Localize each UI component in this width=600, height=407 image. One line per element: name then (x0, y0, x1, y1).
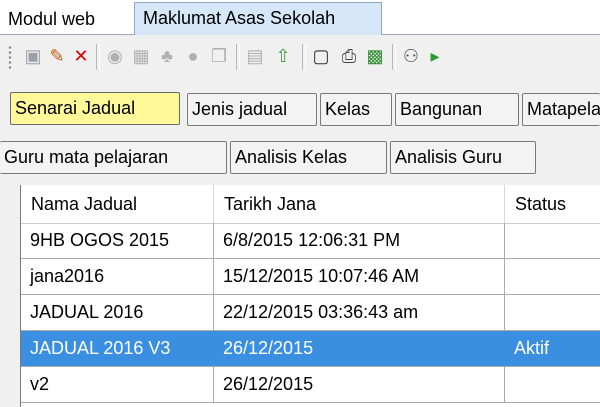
page-setup-icon[interactable]: ▢ (310, 45, 332, 67)
grid-header: Nama Jadual Tarikh Jana Status (21, 185, 600, 224)
cell-nama-jadual: jana2016 (21, 259, 214, 294)
tab-guru-mata-pelajaran[interactable]: Guru mata pelajaran (0, 141, 227, 174)
cell-tarikh-jana: 22/12/2015 03:36:43 am (214, 295, 505, 330)
cell-status (505, 295, 600, 330)
users-icon[interactable]: ♣ (156, 45, 178, 67)
cell-tarikh-jana: 15/12/2015 10:07:46 AM (214, 259, 505, 294)
cell-status (505, 223, 600, 258)
tab-maklumat-asas-sekolah[interactable]: Maklumat Asas Sekolah (134, 2, 382, 35)
cell-nama-jadual: JADUAL 2016 V3 (21, 331, 214, 366)
column-header-nama-jadual[interactable]: Nama Jadual (21, 185, 214, 223)
tab-jenis-jadual[interactable]: Jenis jadual (187, 93, 317, 126)
excel-export-icon[interactable]: ▩ (364, 45, 386, 67)
cell-tarikh-jana: 6/8/2015 12:06:31 PM (214, 223, 505, 258)
cell-tarikh-jana: 26/12/2015 (214, 331, 505, 366)
cell-nama-jadual: v2 (21, 367, 214, 402)
schedule-grid: Nama Jadual Tarikh Jana Status 9HB OGOS … (20, 185, 600, 407)
stop-icon[interactable]: ● (182, 45, 204, 67)
tab-analisis-guru[interactable]: Analisis Guru (390, 141, 536, 174)
table-row-selected[interactable]: JADUAL 2016 V3 26/12/2015 Aktif (21, 331, 600, 367)
table-row[interactable]: v2 26/12/2015 (21, 367, 600, 403)
cell-nama-jadual: 9HB OGOS 2015 (21, 223, 214, 258)
cell-status (505, 259, 600, 294)
find-next-icon[interactable]: ▸ (424, 45, 446, 67)
toolbar-grip[interactable] (8, 45, 12, 69)
tab-kelas[interactable]: Kelas (320, 93, 392, 126)
copy-icon[interactable]: ❐ (208, 45, 230, 67)
toolbar-separator (236, 44, 240, 70)
table-row[interactable]: 9HB OGOS 2015 6/8/2015 12:06:31 PM (21, 223, 600, 259)
table-row[interactable]: jana2016 15/12/2015 10:07:46 AM (21, 259, 600, 295)
cell-status: Aktif (505, 331, 600, 366)
print-icon[interactable]: ⎙ (338, 45, 360, 67)
find-binoculars-icon[interactable]: ⚇ (400, 45, 422, 67)
tab-matapelajaran[interactable]: Matapelajaran (522, 93, 600, 126)
delete-x-icon[interactable]: ✕ (70, 45, 92, 67)
tab-modul-web[interactable]: Modul web (0, 4, 134, 34)
edit-pencil-icon[interactable]: ✎ (46, 45, 68, 67)
module-tab-strip: Modul web Maklumat Asas Sekolah (0, 0, 600, 35)
tab-bangunan[interactable]: Bangunan (395, 93, 519, 126)
tab-senarai-jadual[interactable]: Senarai Jadual (10, 92, 180, 125)
new-document-icon[interactable]: ▣ (22, 45, 44, 67)
column-header-status[interactable]: Status (505, 185, 600, 223)
column-header-tarikh-jana[interactable]: Tarikh Jana (214, 185, 505, 223)
toolbar-separator (392, 44, 396, 70)
tab-analisis-kelas[interactable]: Analisis Kelas (230, 141, 387, 174)
table-row[interactable]: JADUAL 2016 22/12/2015 03:36:43 am (21, 295, 600, 331)
toolbar-separator (96, 44, 100, 70)
disabled-icon[interactable]: ◉ (104, 45, 126, 67)
arrow-dropdown-icon[interactable]: ⇧ (272, 45, 294, 67)
toolbar-separator (302, 44, 306, 70)
cell-status (505, 367, 600, 402)
cell-nama-jadual: JADUAL 2016 (21, 295, 214, 330)
table-icon[interactable]: ▦ (130, 45, 152, 67)
cell-tarikh-jana: 26/12/2015 (214, 367, 505, 402)
save-icon[interactable]: ▤ (244, 45, 266, 67)
toolbar: ▣ ✎ ✕ ◉ ▦ ♣ ● ❐ ▤ ⇧ ▢ ⎙ ▩ ⚇ ▸ (0, 35, 600, 79)
